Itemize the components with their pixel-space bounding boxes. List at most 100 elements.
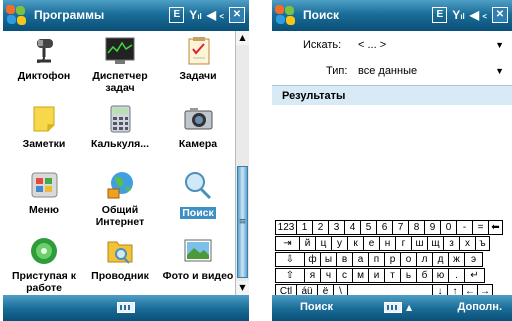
scroll-up-arrow-icon[interactable]: ▲ — [236, 31, 249, 45]
keyboard-key[interactable]: 2 — [312, 220, 329, 235]
keyboard-key[interactable]: ь — [400, 268, 417, 283]
keyboard-key[interactable]: п — [368, 252, 385, 267]
keyboard-key[interactable]: ⬅ — [488, 220, 503, 235]
caret-up-icon[interactable]: ▲ — [406, 303, 412, 312]
keyboard-key[interactable]: у — [331, 236, 348, 251]
keyboard-icon[interactable] — [117, 302, 135, 313]
keyboard-key[interactable]: а — [352, 252, 369, 267]
keyboard-key[interactable]: р — [384, 252, 401, 267]
close-button[interactable]: ✕ — [229, 7, 245, 23]
keyboard-key[interactable]: т — [384, 268, 401, 283]
program-item-tasks[interactable]: Задачи — [159, 35, 235, 82]
keyboard-icon[interactable] — [384, 302, 402, 313]
edge-status-icon[interactable]: E — [169, 7, 185, 23]
keyboard-key[interactable]: м — [352, 268, 369, 283]
keyboard-key[interactable]: ⇥ — [275, 236, 300, 251]
keyboard-key[interactable]: ш — [411, 236, 428, 251]
program-item-camera[interactable]: Камера — [159, 103, 235, 150]
keyboard-key[interactable]: о — [400, 252, 417, 267]
keyboard-key[interactable]: ⇧ — [275, 268, 305, 283]
search-for-dropdown-icon[interactable]: ▼ — [495, 40, 504, 50]
keyboard-key[interactable]: ⇩ — [275, 252, 305, 267]
keyboard-key[interactable]: л — [416, 252, 433, 267]
keyboard-key[interactable]: х — [459, 236, 476, 251]
keyboard-key[interactable]: й — [299, 236, 316, 251]
edge-status-icon[interactable]: E — [432, 7, 448, 23]
keyboard-key[interactable]: я — [304, 268, 321, 283]
camera-icon — [181, 103, 215, 135]
keyboard-key[interactable]: ю — [432, 268, 449, 283]
keyboard-key[interactable]: 4 — [344, 220, 361, 235]
keyboard-key[interactable]: - — [456, 220, 473, 235]
keyboard-key[interactable]: 7 — [392, 220, 409, 235]
program-item-dictaphone[interactable]: Диктофон — [5, 35, 83, 82]
program-label: Камера — [178, 138, 218, 150]
keyboard-key[interactable]: ъ — [475, 236, 490, 251]
keyboard-key[interactable]: з — [443, 236, 460, 251]
close-button[interactable]: ✕ — [492, 7, 508, 23]
program-item-calculator[interactable]: Калькуля... — [81, 103, 159, 150]
volume-icon[interactable]: ◀ < — [207, 8, 224, 22]
start-menu-icon[interactable] — [6, 5, 27, 26]
program-item-menu[interactable]: Меню — [5, 169, 83, 216]
keyboard-key[interactable]: = — [472, 220, 489, 235]
keyboard-key[interactable]: в — [336, 252, 353, 267]
keyboard-key[interactable]: 1 — [296, 220, 313, 235]
program-item-explorer[interactable]: Проводник — [81, 235, 159, 282]
keyboard-key[interactable]: ↵ — [464, 268, 485, 283]
microphone-icon — [27, 35, 61, 67]
keyboard-key[interactable]: к — [347, 236, 364, 251]
program-item-internet-sharing[interactable]: Общий Интернет — [81, 169, 159, 228]
keyboard-key[interactable]: 9 — [424, 220, 441, 235]
type-label: Тип: — [326, 65, 348, 77]
tasks-icon — [181, 35, 215, 67]
keyboard-key[interactable]: н — [379, 236, 396, 251]
keyboard-key[interactable]: с — [336, 268, 353, 283]
scroll-thumb[interactable]: ≡ — [237, 166, 248, 278]
keyboard-key[interactable]: д — [432, 252, 449, 267]
start-menu-icon[interactable] — [275, 5, 296, 26]
soft-key-bar — [3, 295, 249, 321]
keyboard-key[interactable]: . — [448, 268, 465, 283]
program-label: Калькуля... — [90, 138, 149, 150]
keyboard-key[interactable]: ы — [320, 252, 337, 267]
keyboard-key[interactable]: 0 — [440, 220, 457, 235]
vertical-scrollbar[interactable]: ▲ ≡ ▼ — [235, 31, 249, 295]
more-softkey[interactable]: Дополн. — [458, 301, 502, 313]
search-for-input[interactable]: < ... > — [358, 39, 386, 51]
photos-icon — [181, 235, 215, 267]
program-grid: Диктофон Диспетчер задач Задачи Заметки — [3, 31, 235, 295]
signal-icon[interactable]: Yıl — [189, 8, 201, 22]
volume-icon[interactable]: ◀ < — [470, 8, 487, 22]
program-item-photos[interactable]: Фото и видео — [159, 235, 235, 282]
keyboard-key[interactable]: 8 — [408, 220, 425, 235]
signal-icon[interactable]: Yıl — [452, 8, 464, 22]
scroll-down-arrow-icon[interactable]: ▼ — [236, 281, 249, 295]
keyboard-key[interactable]: э — [464, 252, 483, 267]
search-screen: Поиск E Yıl ◀ < ✕ Искать: < ... > ▼ Тип:… — [272, 0, 512, 321]
keyboard-key[interactable]: ц — [315, 236, 332, 251]
type-dropdown-icon[interactable]: ▼ — [495, 66, 504, 76]
program-item-task-manager[interactable]: Диспетчер задач — [81, 35, 159, 94]
keyboard-key[interactable]: ф — [304, 252, 321, 267]
search-icon — [181, 169, 215, 201]
keyboard-key[interactable]: г — [395, 236, 412, 251]
keyboard-key[interactable]: и — [368, 268, 385, 283]
type-select[interactable]: все данные — [358, 65, 417, 77]
program-item-getting-started[interactable]: Приступая к работе — [5, 235, 83, 294]
program-label: Задачи — [179, 70, 217, 82]
keyboard-key[interactable]: 123 — [275, 220, 297, 235]
notes-icon — [27, 103, 61, 135]
search-for-label: Искать: — [303, 39, 342, 51]
program-item-notes[interactable]: Заметки — [5, 103, 83, 150]
keyboard-key[interactable]: 6 — [376, 220, 393, 235]
keyboard-key[interactable]: б — [416, 268, 433, 283]
keyboard-key[interactable]: щ — [427, 236, 444, 251]
keyboard-key[interactable]: е — [363, 236, 380, 251]
keyboard-key[interactable]: 3 — [328, 220, 345, 235]
program-item-search[interactable]: Поиск — [159, 169, 235, 219]
keyboard-key[interactable]: ж — [448, 252, 465, 267]
search-softkey[interactable]: Поиск — [300, 301, 333, 313]
keyboard-key[interactable]: ч — [320, 268, 337, 283]
keyboard-key[interactable]: 5 — [360, 220, 377, 235]
